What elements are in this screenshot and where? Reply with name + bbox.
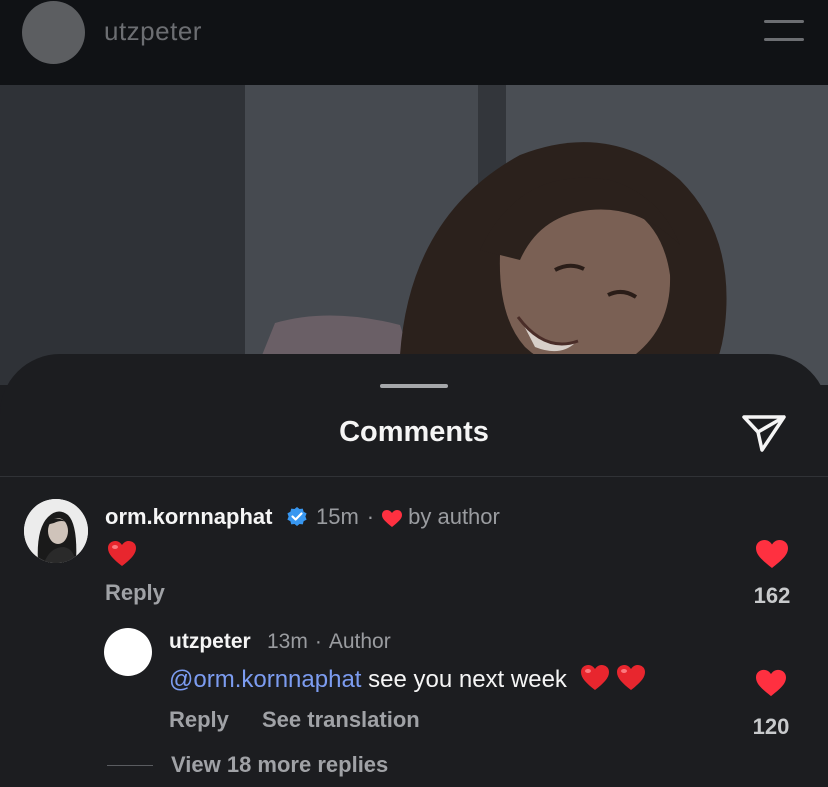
see-translation-button[interactable]: See translation [262,707,420,733]
reply-body: see you next week [361,666,567,693]
liked-by-author-label: by author [408,504,500,529]
like-count: 162 [753,583,791,608]
hamburger-icon[interactable] [764,20,804,44]
heart-emoji-icon [580,665,609,690]
thread-line [107,764,153,766]
reply-username[interactable]: utzpeter [169,630,251,654]
post-photo [0,85,828,385]
sheet-divider [0,476,828,477]
reply-meta: 13m · Author [267,630,391,654]
mention-link[interactable]: @orm.kornnaphat [169,666,361,693]
view-more-replies[interactable]: View 18 more replies [107,752,388,778]
photo-subject-illustration [250,142,727,385]
comments-sheet: Comments orm.kornnaphat 15m · by author … [0,354,828,787]
comment-time: 15m [316,504,359,529]
comment-meta: 15m · by author [278,504,500,530]
author-liked-heart-icon [382,508,403,527]
heart-emoji-icon [616,665,645,690]
meta-separator: · [366,504,375,529]
reply-text: @orm.kornnaphat see you next week [169,664,646,694]
verified-badge-icon [286,506,308,528]
header-username[interactable]: utzpeter [104,16,202,47]
send-icon[interactable] [740,412,788,454]
heart-emoji-icon [108,541,136,566]
comment-avatar[interactable] [24,499,88,563]
profile-header: utzpeter [0,0,828,85]
author-badge: Author [328,630,391,653]
view-more-replies-label[interactable]: View 18 more replies [171,752,388,778]
reply-button[interactable]: Reply [169,707,229,733]
comment-username[interactable]: orm.kornnaphat [105,504,272,530]
comment-text [107,540,137,570]
heart-like-icon[interactable] [754,668,788,698]
sheet-title: Comments [339,416,489,448]
reply-time: 13m [267,630,308,653]
like-count: 120 [752,714,790,739]
header-avatar[interactable] [22,1,85,64]
reply-avatar[interactable] [104,628,152,676]
drag-handle[interactable] [380,384,448,388]
meta-separator: · [314,630,322,653]
heart-like-icon[interactable] [754,538,790,570]
reply-button[interactable]: Reply [105,580,165,606]
